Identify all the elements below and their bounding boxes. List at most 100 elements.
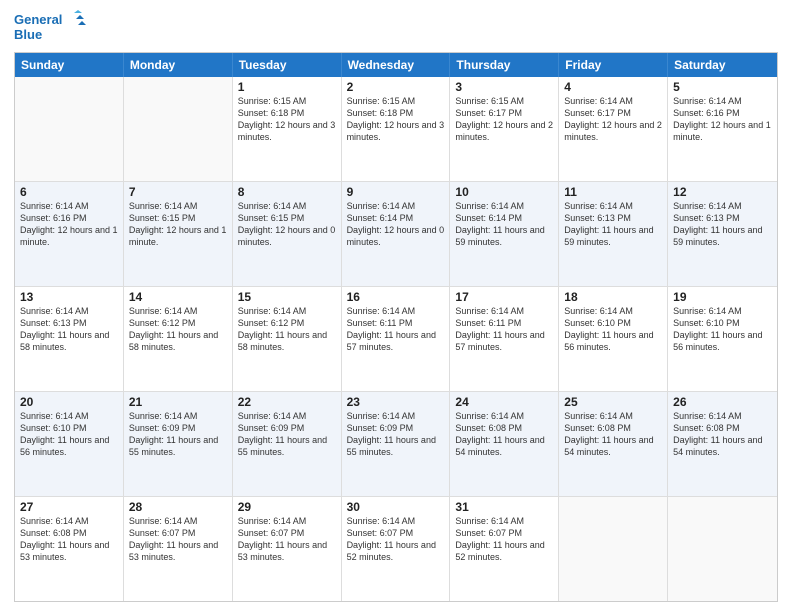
day-info: Sunrise: 6:14 AM Sunset: 6:17 PM Dayligh…	[564, 95, 662, 144]
day-info: Sunrise: 6:15 AM Sunset: 6:18 PM Dayligh…	[347, 95, 445, 144]
calendar-row: 1 Sunrise: 6:15 AM Sunset: 6:18 PM Daylig…	[15, 77, 777, 182]
calendar-cell: 2Sunrise: 6:15 AM Sunset: 6:18 PM Daylig…	[342, 77, 451, 181]
day-number: 28	[129, 500, 227, 514]
calendar-cell	[15, 77, 124, 181]
calendar-header-cell: Monday	[124, 53, 233, 77]
day-number: 21	[129, 395, 227, 409]
day-number: 1	[238, 80, 336, 94]
header: General Blue	[14, 10, 778, 46]
calendar-cell: 14Sunrise: 6:14 AM Sunset: 6:12 PM Dayli…	[124, 287, 233, 391]
calendar-cell: 11Sunrise: 6:14 AM Sunset: 6:13 PM Dayli…	[559, 182, 668, 286]
calendar-cell: 13Sunrise: 6:14 AM Sunset: 6:13 PM Dayli…	[15, 287, 124, 391]
day-info: Sunrise: 6:14 AM Sunset: 6:14 PM Dayligh…	[347, 200, 445, 249]
day-info: Sunrise: 6:14 AM Sunset: 6:13 PM Dayligh…	[20, 305, 118, 354]
calendar-cell: 20Sunrise: 6:14 AM Sunset: 6:10 PM Dayli…	[15, 392, 124, 496]
day-info: Sunrise: 6:15 AM Sunset: 6:17 PM Dayligh…	[455, 95, 553, 144]
day-number: 12	[673, 185, 772, 199]
day-number: 26	[673, 395, 772, 409]
day-number: 4	[564, 80, 662, 94]
svg-text:Blue: Blue	[14, 27, 42, 42]
logo-svg: General Blue	[14, 10, 89, 46]
day-number: 7	[129, 185, 227, 199]
calendar-row: 13Sunrise: 6:14 AM Sunset: 6:13 PM Dayli…	[15, 287, 777, 392]
logo: General Blue	[14, 10, 89, 46]
day-info: Sunrise: 6:14 AM Sunset: 6:10 PM Dayligh…	[564, 305, 662, 354]
calendar-header-cell: Thursday	[450, 53, 559, 77]
calendar-cell: 31Sunrise: 6:14 AM Sunset: 6:07 PM Dayli…	[450, 497, 559, 601]
calendar-cell: 18Sunrise: 6:14 AM Sunset: 6:10 PM Dayli…	[559, 287, 668, 391]
calendar-body: 1 Sunrise: 6:15 AM Sunset: 6:18 PM Daylig…	[15, 77, 777, 601]
calendar-header-cell: Sunday	[15, 53, 124, 77]
calendar-header-cell: Friday	[559, 53, 668, 77]
calendar-header-row: SundayMondayTuesdayWednesdayThursdayFrid…	[15, 53, 777, 77]
calendar-cell: 28Sunrise: 6:14 AM Sunset: 6:07 PM Dayli…	[124, 497, 233, 601]
svg-text:General: General	[14, 12, 62, 27]
day-info: Sunrise: 6:14 AM Sunset: 6:08 PM Dayligh…	[20, 515, 118, 564]
day-number: 3	[455, 80, 553, 94]
calendar-row: 6Sunrise: 6:14 AM Sunset: 6:16 PM Daylig…	[15, 182, 777, 287]
day-info: Sunrise: 6:14 AM Sunset: 6:08 PM Dayligh…	[564, 410, 662, 459]
day-number: 6	[20, 185, 118, 199]
day-info: Sunrise: 6:14 AM Sunset: 6:13 PM Dayligh…	[564, 200, 662, 249]
calendar-cell: 26Sunrise: 6:14 AM Sunset: 6:08 PM Dayli…	[668, 392, 777, 496]
day-info: Sunrise: 6:14 AM Sunset: 6:16 PM Dayligh…	[673, 95, 772, 144]
day-number: 17	[455, 290, 553, 304]
day-number: 22	[238, 395, 336, 409]
day-number: 27	[20, 500, 118, 514]
day-number: 15	[238, 290, 336, 304]
day-number: 31	[455, 500, 553, 514]
day-number: 25	[564, 395, 662, 409]
day-number: 18	[564, 290, 662, 304]
day-info: Sunrise: 6:14 AM Sunset: 6:13 PM Dayligh…	[673, 200, 772, 249]
calendar-header-cell: Tuesday	[233, 53, 342, 77]
calendar-cell: 4Sunrise: 6:14 AM Sunset: 6:17 PM Daylig…	[559, 77, 668, 181]
day-info: Sunrise: 6:14 AM Sunset: 6:16 PM Dayligh…	[20, 200, 118, 249]
calendar-cell: 10Sunrise: 6:14 AM Sunset: 6:14 PM Dayli…	[450, 182, 559, 286]
day-info: Sunrise: 6:14 AM Sunset: 6:12 PM Dayligh…	[238, 305, 336, 354]
calendar-cell: 23Sunrise: 6:14 AM Sunset: 6:09 PM Dayli…	[342, 392, 451, 496]
calendar-cell	[668, 497, 777, 601]
day-info: Sunrise: 6:14 AM Sunset: 6:11 PM Dayligh…	[347, 305, 445, 354]
day-number: 16	[347, 290, 445, 304]
calendar: SundayMondayTuesdayWednesdayThursdayFrid…	[14, 52, 778, 602]
day-info: Sunrise: 6:14 AM Sunset: 6:09 PM Dayligh…	[238, 410, 336, 459]
day-number: 2	[347, 80, 445, 94]
day-number: 23	[347, 395, 445, 409]
day-info: Sunrise: 6:14 AM Sunset: 6:07 PM Dayligh…	[347, 515, 445, 564]
calendar-cell: 27Sunrise: 6:14 AM Sunset: 6:08 PM Dayli…	[15, 497, 124, 601]
day-info: Sunrise: 6:14 AM Sunset: 6:10 PM Dayligh…	[673, 305, 772, 354]
day-info: Sunrise: 6:14 AM Sunset: 6:08 PM Dayligh…	[455, 410, 553, 459]
calendar-cell: 29Sunrise: 6:14 AM Sunset: 6:07 PM Dayli…	[233, 497, 342, 601]
calendar-row: 20Sunrise: 6:14 AM Sunset: 6:10 PM Dayli…	[15, 392, 777, 497]
day-info: Sunrise: 6:14 AM Sunset: 6:15 PM Dayligh…	[238, 200, 336, 249]
calendar-cell: 25Sunrise: 6:14 AM Sunset: 6:08 PM Dayli…	[559, 392, 668, 496]
calendar-cell: 8Sunrise: 6:14 AM Sunset: 6:15 PM Daylig…	[233, 182, 342, 286]
calendar-cell: 5Sunrise: 6:14 AM Sunset: 6:16 PM Daylig…	[668, 77, 777, 181]
day-info: Sunrise: 6:14 AM Sunset: 6:09 PM Dayligh…	[347, 410, 445, 459]
day-number: 14	[129, 290, 227, 304]
day-number: 11	[564, 185, 662, 199]
calendar-cell: 1Sunrise: 6:15 AM Sunset: 6:18 PM Daylig…	[233, 77, 342, 181]
calendar-cell: 24Sunrise: 6:14 AM Sunset: 6:08 PM Dayli…	[450, 392, 559, 496]
calendar-cell: 21Sunrise: 6:14 AM Sunset: 6:09 PM Dayli…	[124, 392, 233, 496]
calendar-cell: 15Sunrise: 6:14 AM Sunset: 6:12 PM Dayli…	[233, 287, 342, 391]
day-number: 20	[20, 395, 118, 409]
day-info: Sunrise: 6:14 AM Sunset: 6:14 PM Dayligh…	[455, 200, 553, 249]
day-number: 8	[238, 185, 336, 199]
page: General Blue SundayMondayTuesdayWednesda…	[0, 0, 792, 612]
calendar-cell	[559, 497, 668, 601]
day-number: 29	[238, 500, 336, 514]
calendar-cell: 17Sunrise: 6:14 AM Sunset: 6:11 PM Dayli…	[450, 287, 559, 391]
calendar-cell	[124, 77, 233, 181]
calendar-cell: 9Sunrise: 6:14 AM Sunset: 6:14 PM Daylig…	[342, 182, 451, 286]
day-info: Sunrise: 6:14 AM Sunset: 6:07 PM Dayligh…	[238, 515, 336, 564]
calendar-cell: 22Sunrise: 6:14 AM Sunset: 6:09 PM Dayli…	[233, 392, 342, 496]
day-number: 10	[455, 185, 553, 199]
calendar-header-cell: Saturday	[668, 53, 777, 77]
day-number: 13	[20, 290, 118, 304]
calendar-cell: 16Sunrise: 6:14 AM Sunset: 6:11 PM Dayli…	[342, 287, 451, 391]
day-number: 24	[455, 395, 553, 409]
calendar-header-cell: Wednesday	[342, 53, 451, 77]
calendar-cell: 30Sunrise: 6:14 AM Sunset: 6:07 PM Dayli…	[342, 497, 451, 601]
day-number: 30	[347, 500, 445, 514]
